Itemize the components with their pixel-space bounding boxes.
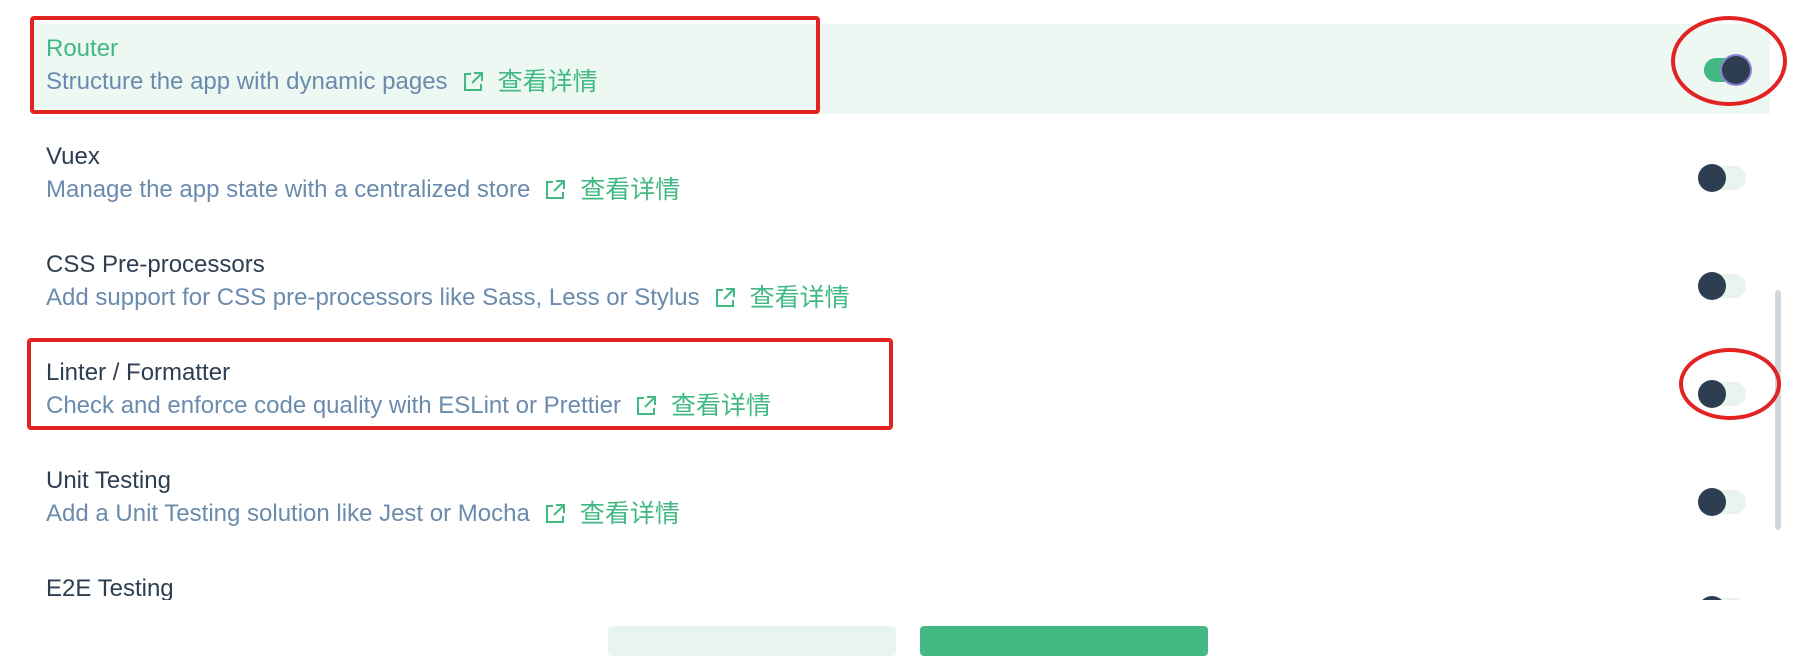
toggle-knob: [1722, 56, 1750, 84]
external-link-icon[interactable]: [714, 287, 736, 309]
feature-title: CSS Pre-processors: [46, 251, 265, 278]
toggle-knob: [1698, 272, 1726, 300]
external-link-icon[interactable]: [462, 71, 484, 93]
feature-row-e2e-testing[interactable]: E2E Testing: [30, 564, 1770, 600]
scrollbar[interactable]: [1775, 290, 1781, 530]
external-link-icon[interactable]: [635, 395, 657, 417]
toggle-vuex[interactable]: [1698, 164, 1746, 192]
view-details-link[interactable]: 查看详情: [498, 66, 598, 98]
feature-row-router[interactable]: Router Structure the app with dynamic pa…: [30, 24, 1770, 114]
feature-row-css-preprocessors[interactable]: CSS Pre-processors Add support for CSS p…: [30, 240, 1770, 330]
feature-description: Add a Unit Testing solution like Jest or…: [46, 500, 530, 527]
feature-title: E2E Testing: [46, 575, 174, 600]
toggle-knob: [1698, 164, 1726, 192]
toggle-knob: [1698, 380, 1726, 408]
view-details-link[interactable]: 查看详情: [580, 498, 680, 530]
feature-list: Router Structure the app with dynamic pa…: [0, 0, 1809, 600]
feature-description: Manage the app state with a centralized …: [46, 176, 531, 203]
previous-button[interactable]: [608, 626, 896, 656]
external-link-icon[interactable]: [544, 179, 566, 201]
view-details-link[interactable]: 查看详情: [580, 174, 680, 206]
feature-row-vuex[interactable]: Vuex Manage the app state with a central…: [30, 132, 1770, 222]
toggle-css-preprocessors[interactable]: [1698, 272, 1746, 300]
view-details-link[interactable]: 查看详情: [750, 282, 850, 314]
feature-row-linter-formatter[interactable]: Linter / Formatter Check and enforce cod…: [30, 348, 1770, 438]
toggle-knob: [1698, 488, 1726, 516]
toggle-e2e-testing[interactable]: [1698, 596, 1746, 600]
feature-description: Add support for CSS pre-processors like …: [46, 284, 700, 311]
view-details-link[interactable]: 查看详情: [671, 390, 771, 422]
feature-description: Structure the app with dynamic pages: [46, 68, 448, 95]
next-button[interactable]: [920, 626, 1208, 656]
feature-row-unit-testing[interactable]: Unit Testing Add a Unit Testing solution…: [30, 456, 1770, 546]
toggle-router[interactable]: [1704, 56, 1750, 84]
feature-description: Check and enforce code quality with ESLi…: [46, 392, 621, 419]
toggle-linter-formatter[interactable]: [1698, 380, 1746, 408]
feature-title: Router: [46, 35, 119, 62]
toggle-unit-testing[interactable]: [1698, 488, 1746, 516]
feature-title: Unit Testing: [46, 467, 171, 494]
feature-title: Linter / Formatter: [46, 359, 231, 386]
external-link-icon[interactable]: [544, 503, 566, 525]
feature-title: Vuex: [46, 143, 100, 170]
